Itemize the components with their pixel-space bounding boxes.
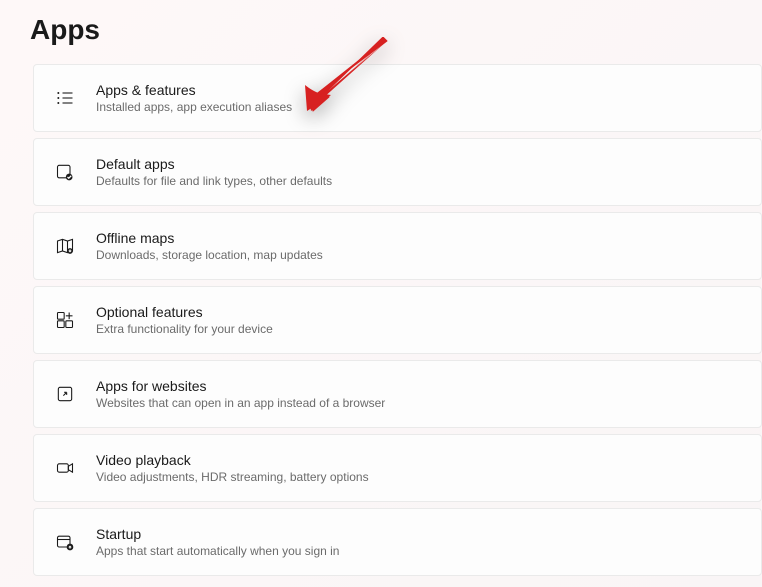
settings-item-apps-features[interactable]: Apps & features Installed apps, app exec… [33,64,762,132]
page-title: Apps [0,0,762,54]
settings-item-apps-websites[interactable]: Apps for websites Websites that can open… [33,360,762,428]
item-title: Apps for websites [96,378,385,394]
item-subtitle: Apps that start automatically when you s… [96,544,339,558]
settings-item-video-playback[interactable]: Video playback Video adjustments, HDR st… [33,434,762,502]
item-title: Optional features [96,304,273,320]
startup-icon [54,531,76,553]
settings-item-default-apps[interactable]: Default apps Defaults for file and link … [33,138,762,206]
settings-list: Apps & features Installed apps, app exec… [0,54,762,578]
apps-features-icon [54,87,76,109]
video-playback-icon [54,457,76,479]
item-subtitle: Downloads, storage location, map updates [96,248,323,262]
item-subtitle: Video adjustments, HDR streaming, batter… [96,470,369,484]
item-subtitle: Defaults for file and link types, other … [96,174,332,188]
item-subtitle: Installed apps, app execution aliases [96,100,292,114]
item-title: Offline maps [96,230,323,246]
apps-websites-icon [54,383,76,405]
item-title: Startup [96,526,339,542]
settings-item-offline-maps[interactable]: Offline maps Downloads, storage location… [33,212,762,280]
item-title: Video playback [96,452,369,468]
optional-features-icon [54,309,76,331]
offline-maps-icon [54,235,76,257]
item-title: Apps & features [96,82,292,98]
item-subtitle: Websites that can open in an app instead… [96,396,385,410]
item-subtitle: Extra functionality for your device [96,322,273,336]
item-title: Default apps [96,156,332,172]
settings-item-optional-features[interactable]: Optional features Extra functionality fo… [33,286,762,354]
default-apps-icon [54,161,76,183]
settings-item-startup[interactable]: Startup Apps that start automatically wh… [33,508,762,576]
